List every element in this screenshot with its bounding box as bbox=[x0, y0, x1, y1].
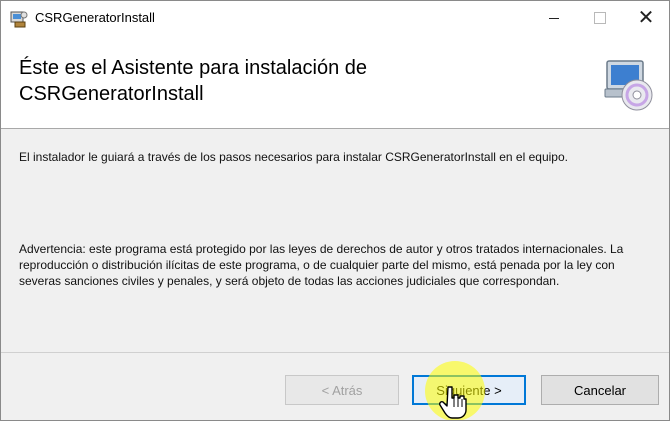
hand-pointer-icon bbox=[439, 386, 467, 419]
window-title: CSRGeneratorInstall bbox=[35, 10, 155, 25]
installer-app-icon bbox=[10, 11, 28, 28]
installer-window: CSRGeneratorInstall ✕ Éste es el Asisten… bbox=[0, 0, 670, 421]
wizard-content: El instalador le guiará a través de los … bbox=[1, 129, 669, 352]
minimize-icon bbox=[549, 17, 559, 19]
copyright-warning-text: Advertencia: este programa está protegid… bbox=[19, 242, 624, 288]
close-icon: ✕ bbox=[637, 7, 655, 29]
page-title: Éste es el Asistente para instalación de… bbox=[19, 57, 367, 105]
wizard-header: Éste es el Asistente para instalación de… bbox=[1, 35, 669, 129]
maximize-button[interactable] bbox=[577, 1, 623, 35]
cancel-button[interactable]: Cancelar bbox=[541, 375, 659, 405]
maximize-icon bbox=[594, 12, 606, 24]
setup-cd-icon bbox=[604, 60, 653, 111]
footer-divider bbox=[1, 352, 669, 353]
close-button[interactable]: ✕ bbox=[623, 1, 669, 35]
title-bar[interactable]: CSRGeneratorInstall ✕ bbox=[1, 1, 669, 35]
back-button[interactable]: < Atrás bbox=[285, 375, 399, 405]
intro-text: El instalador le guiará a través de los … bbox=[19, 150, 568, 164]
minimize-button[interactable] bbox=[531, 1, 577, 35]
